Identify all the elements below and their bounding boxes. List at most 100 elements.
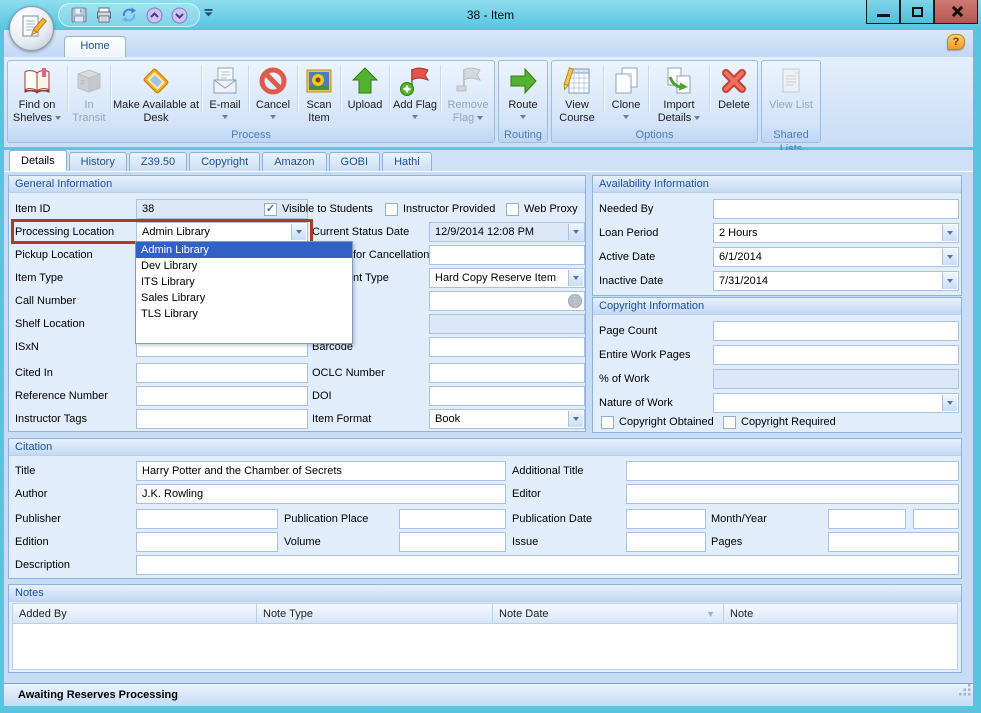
dropdown-option[interactable]: Admin Library (136, 242, 352, 258)
publication-place-field[interactable] (399, 509, 506, 529)
print-icon[interactable] (94, 5, 114, 25)
tab-details[interactable]: Details (9, 150, 67, 171)
ribbon-button-cancel[interactable]: Cancel (250, 61, 296, 128)
dropdown-option[interactable]: Sales Library (136, 290, 352, 306)
item-format-combo[interactable]: Book (429, 409, 585, 429)
dropdown-arrow-icon[interactable] (568, 411, 583, 427)
web-url-field[interactable] (429, 291, 585, 311)
visible-to-students-checkbox[interactable]: ✓ Visible to Students (264, 199, 373, 219)
reference-number-field[interactable] (136, 386, 308, 406)
oclc-number-field[interactable] (429, 363, 585, 383)
dropdown-option[interactable]: TLS Library (136, 306, 352, 322)
cited-in-field[interactable] (136, 363, 308, 383)
edition-field[interactable] (136, 532, 278, 552)
minimize-button[interactable] (866, 0, 900, 24)
ribbon-button-in-transit[interactable]: In Transit (69, 61, 109, 128)
next-record-icon[interactable] (169, 5, 189, 25)
document-type-combo[interactable]: Hard Copy Reserve Item (429, 268, 585, 288)
dropdown-arrow-icon[interactable] (568, 270, 583, 286)
doi-field[interactable] (429, 386, 585, 406)
ribbon-button-route[interactable]: Route (499, 61, 547, 128)
dropdown-arrow-icon[interactable] (291, 224, 306, 240)
publication-date-field[interactable] (626, 509, 706, 529)
ribbon-tab-home[interactable]: Home (64, 36, 126, 57)
checkbox-box: ✓ (264, 203, 277, 216)
tab-hathi[interactable]: Hathi (382, 152, 432, 171)
ribbon-button-remove-flag[interactable]: Remove Flag (442, 61, 494, 128)
tab-gobi[interactable]: GOBI (329, 152, 381, 171)
column-header-note-date[interactable]: ▼ Note Date (493, 603, 724, 624)
column-header-note-type[interactable]: Note Type (257, 603, 493, 624)
month-year-field-2[interactable] (913, 509, 959, 529)
refresh-icon[interactable] (119, 5, 139, 25)
customize-toolbar-icon[interactable] (204, 8, 213, 20)
ribbon-button-import-details[interactable]: Import Details (650, 61, 708, 128)
ribbon-button-find-on-shelves[interactable]: Find on Shelves (8, 61, 66, 128)
description-field[interactable] (136, 555, 959, 575)
save-icon[interactable] (69, 5, 89, 25)
upload-icon (349, 65, 381, 97)
additional-title-field[interactable] (626, 461, 959, 481)
active-date-field[interactable]: 6/1/2014 (713, 247, 959, 267)
oclc-number-label: OCLC Number (312, 363, 385, 383)
instructor-tags-field[interactable] (136, 409, 308, 429)
dropdown-arrow-icon[interactable] (942, 273, 957, 289)
column-header-added-by[interactable]: Added By (12, 603, 257, 624)
dropdown-arrow-icon[interactable] (942, 395, 957, 411)
processing-location-combo[interactable]: Admin Library (136, 222, 308, 242)
titlebar[interactable]: 38 - Item (0, 0, 981, 30)
issue-field[interactable] (626, 532, 706, 552)
dropdown-arrow-icon[interactable] (568, 224, 583, 240)
title-field[interactable]: Harry Potter and the Chamber of Secrets (136, 461, 506, 481)
ribbon-button-scan-item[interactable]: Scan Item (299, 61, 339, 128)
dropdown-option[interactable]: Dev Library (136, 258, 352, 274)
nature-of-work-label: Nature of Work (599, 393, 673, 413)
month-year-field-1[interactable] (828, 509, 906, 529)
close-button[interactable] (934, 0, 978, 24)
volume-field[interactable] (399, 532, 506, 552)
sort-descending-icon: ▼ (706, 604, 715, 624)
web-proxy-checkbox[interactable]: Web Proxy (506, 199, 578, 219)
ribbon-button-delete[interactable]: Delete (711, 61, 757, 128)
nature-of-work-combo[interactable] (713, 393, 959, 413)
entire-work-pages-field[interactable] (713, 345, 959, 365)
page-count-field[interactable] (713, 321, 959, 341)
ribbon-button-upload[interactable]: Upload (342, 61, 388, 128)
instructor-provided-checkbox[interactable]: Instructor Provided (385, 199, 495, 219)
ribbon-group-options: View Course Clone Import Details Delete … (551, 60, 758, 143)
barcode-field[interactable] (429, 337, 585, 357)
copyright-required-checkbox[interactable]: Copyright Required (723, 412, 836, 432)
application-menu-button[interactable] (9, 6, 54, 51)
author-field[interactable]: J.K. Rowling (136, 484, 506, 504)
ribbon-button-clone[interactable]: Clone (605, 61, 647, 128)
column-header-note[interactable]: Note (724, 603, 958, 624)
ribbon-button-add-flag[interactable]: Add Flag (391, 61, 439, 128)
copyright-obtained-checkbox[interactable]: Copyright Obtained (601, 412, 714, 432)
loan-period-combo[interactable]: 2 Hours (713, 223, 959, 243)
needed-by-field[interactable] (713, 199, 959, 219)
ribbon-button-view-course[interactable]: View Course (552, 61, 602, 128)
pages-field[interactable] (828, 532, 959, 552)
dropdown-arrow-icon[interactable] (942, 249, 957, 265)
maximize-icon (912, 7, 923, 17)
dropdown-option[interactable]: ITS Library (136, 274, 352, 290)
current-status-date-label: Current Status Date (312, 222, 409, 242)
maximize-button[interactable] (900, 0, 934, 24)
previous-record-icon[interactable] (144, 5, 164, 25)
reason-for-cancellation-field[interactable] (429, 245, 585, 265)
editor-field[interactable] (626, 484, 959, 504)
tab-amazon[interactable]: Amazon (262, 152, 326, 171)
notes-table-body[interactable] (12, 624, 958, 670)
publisher-field[interactable] (136, 509, 278, 529)
help-icon[interactable]: ? (947, 34, 965, 50)
ribbon-button-email[interactable]: E-mail (203, 61, 247, 128)
current-status-date-field[interactable]: 12/9/2014 12:08 PM (429, 222, 585, 242)
dropdown-arrow-icon[interactable] (942, 225, 957, 241)
ribbon-button-view-list[interactable]: View List (762, 61, 820, 128)
tab-z3950[interactable]: Z39.50 (129, 152, 187, 171)
inactive-date-field[interactable]: 7/31/2014 (713, 271, 959, 291)
tab-copyright[interactable]: Copyright (189, 152, 260, 171)
tab-history[interactable]: History (69, 152, 127, 171)
resize-grip-icon[interactable] (959, 682, 971, 704)
ribbon-button-make-available-at-desk[interactable]: Make Available at Desk (112, 61, 200, 128)
